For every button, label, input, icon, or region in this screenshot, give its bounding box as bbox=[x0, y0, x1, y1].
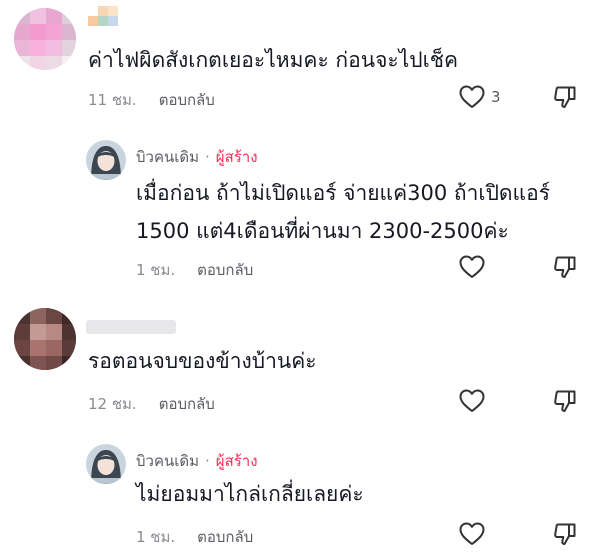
reply-2-separator: · bbox=[205, 452, 210, 470]
comment-1-meta: 11 ชม. ตอบกลับ bbox=[88, 88, 215, 112]
comment-1-like-count: 3 bbox=[491, 88, 501, 106]
reply-2-text: ไม่ยอมมาไกล่เกลี่ยเลยค่ะ bbox=[136, 482, 364, 506]
commenter-2-name-blurred[interactable] bbox=[86, 320, 176, 334]
comment-1-reply-button[interactable]: ตอบกลับ bbox=[159, 88, 215, 112]
thumbs-down-icon[interactable] bbox=[553, 522, 577, 546]
comment-1-like-button[interactable]: 3 bbox=[459, 85, 501, 109]
reply-1-like-button[interactable] bbox=[459, 255, 485, 279]
heart-icon[interactable] bbox=[459, 85, 485, 109]
reply-1-author-row: บิวคนเดิม · ผู้สร้าง bbox=[136, 145, 258, 169]
comment-1-dislike-button[interactable] bbox=[553, 85, 577, 109]
reply-1-dislike-button[interactable] bbox=[553, 255, 577, 279]
comment-2-meta: 12 ชม. ตอบกลับ bbox=[88, 392, 215, 416]
reply-2-reply-button[interactable]: ตอบกลับ bbox=[197, 525, 253, 549]
comment-2-dislike-button[interactable] bbox=[553, 389, 577, 413]
reply-1-text: เมื่อก่อน ถ้าไม่เปิดแอร์ จ่ายแค่300 ถ้าเ… bbox=[136, 174, 550, 250]
reply-1-text-line-2: 1500 แต่4เดือนที่ผ่านมา 2300-2500ค่ะ bbox=[136, 219, 509, 243]
comment-2-text: รอตอนจบของข้างบ้านค่ะ bbox=[88, 349, 317, 373]
thumbs-down-icon[interactable] bbox=[553, 255, 577, 279]
reply-1-separator: · bbox=[205, 148, 210, 166]
comment-2-like-button[interactable] bbox=[459, 389, 485, 413]
thumbs-down-icon[interactable] bbox=[553, 85, 577, 109]
creator-avatar[interactable] bbox=[86, 444, 126, 484]
reply-2-dislike-button[interactable] bbox=[553, 522, 577, 546]
reply-1-meta: 1 ชม. ตอบกลับ bbox=[136, 258, 253, 282]
commenter-1-name-blurred[interactable] bbox=[88, 6, 118, 32]
reply-1-author-name[interactable]: บิวคนเดิม bbox=[136, 145, 199, 169]
comment-2-time: 12 ชม. bbox=[88, 395, 137, 413]
reply-2-like-button[interactable] bbox=[459, 522, 485, 546]
thumbs-down-icon[interactable] bbox=[553, 389, 577, 413]
reply-1-creator-badge: ผู้สร้าง bbox=[215, 148, 258, 166]
creator-avatar[interactable] bbox=[86, 140, 126, 180]
comment-2-reply-button[interactable]: ตอบกลับ bbox=[159, 392, 215, 416]
comment-1-time: 11 ชม. bbox=[88, 91, 137, 109]
heart-icon[interactable] bbox=[459, 522, 485, 546]
reply-2-creator-badge: ผู้สร้าง bbox=[215, 452, 258, 470]
reply-1-text-line-1: เมื่อก่อน ถ้าไม่เปิดแอร์ จ่ายแค่300 ถ้าเ… bbox=[136, 181, 550, 205]
reply-1-time: 1 ชม. bbox=[136, 261, 176, 279]
reply-2-author-row: บิวคนเดิม · ผู้สร้าง bbox=[136, 449, 258, 473]
reply-2-meta: 1 ชม. ตอบกลับ bbox=[136, 525, 253, 549]
reply-2-author-name[interactable]: บิวคนเดิม bbox=[136, 449, 199, 473]
comment-1-text: ค่าไฟผิดสังเกตเยอะไหมคะ ก่อนจะไปเช็ค bbox=[88, 48, 459, 72]
heart-icon[interactable] bbox=[459, 389, 485, 413]
reply-1-reply-button[interactable]: ตอบกลับ bbox=[197, 258, 253, 282]
heart-icon[interactable] bbox=[459, 255, 485, 279]
commenter-1-avatar[interactable] bbox=[14, 8, 76, 70]
reply-2-time: 1 ชม. bbox=[136, 528, 176, 546]
commenter-2-avatar[interactable] bbox=[14, 308, 76, 370]
